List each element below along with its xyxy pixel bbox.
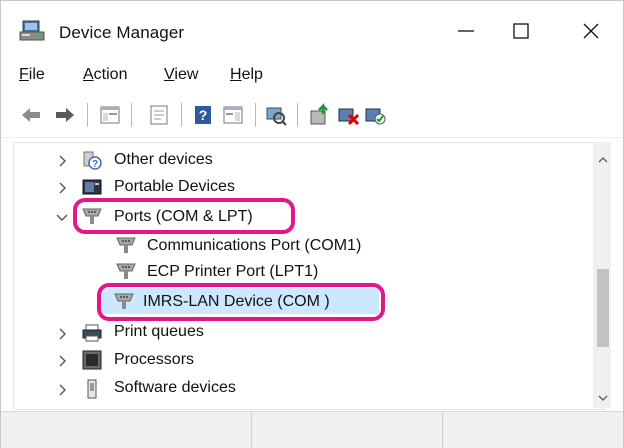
chevron-right-icon[interactable] — [57, 327, 69, 341]
tree-item-label: Portable Devices — [114, 178, 235, 195]
tree-item-label: Other devices — [114, 151, 213, 168]
tree-item-communications-port[interactable]: Communications Port (COM1) — [1, 234, 591, 258]
port-icon — [115, 261, 137, 281]
toolbar-separator — [87, 103, 88, 127]
ports-highlight-outline — [73, 198, 295, 234]
scroll-up-arrow-icon[interactable] — [597, 153, 609, 165]
tree-item-ecp-printer-port[interactable]: ECP Printer Port (LPT1) — [1, 260, 591, 284]
tree-item-label: Communications Port (COM1) — [147, 237, 362, 254]
minimize-button[interactable] — [445, 15, 485, 47]
tree-item-software-devices[interactable]: Software devices — [1, 377, 591, 401]
tree-item-label: Software devices — [114, 379, 236, 396]
port-icon — [115, 235, 137, 255]
update-driver-icon[interactable] — [308, 102, 332, 127]
status-pane-2 — [252, 412, 443, 448]
properties-icon[interactable] — [147, 103, 171, 127]
chevron-right-icon[interactable] — [57, 154, 69, 168]
toolbar-separator — [255, 103, 256, 127]
chevron-right-icon[interactable] — [57, 354, 69, 368]
enable-device-icon[interactable] — [364, 103, 388, 127]
chevron-right-icon[interactable] — [57, 181, 69, 195]
toolbar-separator — [181, 103, 182, 127]
tree-item-other-devices[interactable]: ? Other devices — [1, 148, 591, 172]
menu-file[interactable]: File — [19, 66, 45, 84]
chevron-down-icon[interactable] — [55, 211, 68, 225]
svg-text:?: ? — [92, 159, 98, 170]
toolbar: ? — [1, 93, 623, 138]
scan-hardware-icon[interactable] — [264, 103, 288, 127]
tree-item-label: Processors — [114, 351, 195, 368]
other-devices-icon: ? — [81, 150, 103, 170]
device-manager-icon — [19, 20, 47, 42]
menu-help[interactable]: Help — [230, 66, 263, 84]
status-bar — [1, 411, 623, 448]
tree-item-processors[interactable]: Processors — [1, 348, 591, 372]
help-icon[interactable]: ? — [191, 103, 215, 127]
svg-text:?: ? — [199, 107, 208, 123]
software-device-icon — [81, 379, 103, 399]
tree-item-print-queues[interactable]: Print queues — [1, 321, 591, 345]
processor-icon — [81, 350, 103, 370]
menu-action[interactable]: Action — [83, 66, 127, 84]
maximize-button[interactable] — [501, 15, 541, 47]
window-title: Device Manager — [59, 23, 185, 42]
title-bar[interactable]: Device Manager — [1, 1, 623, 55]
action-pane-icon[interactable] — [221, 103, 245, 127]
menu-bar: File Action View Help — [1, 57, 623, 91]
forward-arrow-icon[interactable] — [53, 103, 77, 127]
imrs-device-highlight-outline — [97, 283, 385, 321]
scrollbar-thumb[interactable] — [597, 269, 609, 347]
scroll-down-arrow-icon[interactable] — [597, 391, 609, 403]
uninstall-device-icon[interactable] — [337, 103, 361, 127]
back-arrow-icon[interactable] — [19, 103, 43, 127]
status-pane-1 — [1, 412, 252, 448]
toolbar-separator — [297, 103, 298, 127]
toolbar-separator — [131, 103, 132, 127]
chevron-right-icon[interactable] — [57, 383, 69, 397]
printer-icon — [81, 323, 103, 343]
portable-devices-icon — [81, 177, 103, 197]
tree-item-label: Print queues — [114, 323, 204, 340]
tree-item-label: ECP Printer Port (LPT1) — [147, 263, 319, 280]
device-manager-window: Device Manager File Action View Help ? ?… — [0, 0, 624, 448]
show-hide-console-tree-icon[interactable] — [98, 103, 122, 127]
menu-view[interactable]: View — [164, 66, 198, 84]
close-button[interactable] — [571, 15, 611, 47]
tree-item-portable-devices[interactable]: Portable Devices — [1, 175, 591, 199]
